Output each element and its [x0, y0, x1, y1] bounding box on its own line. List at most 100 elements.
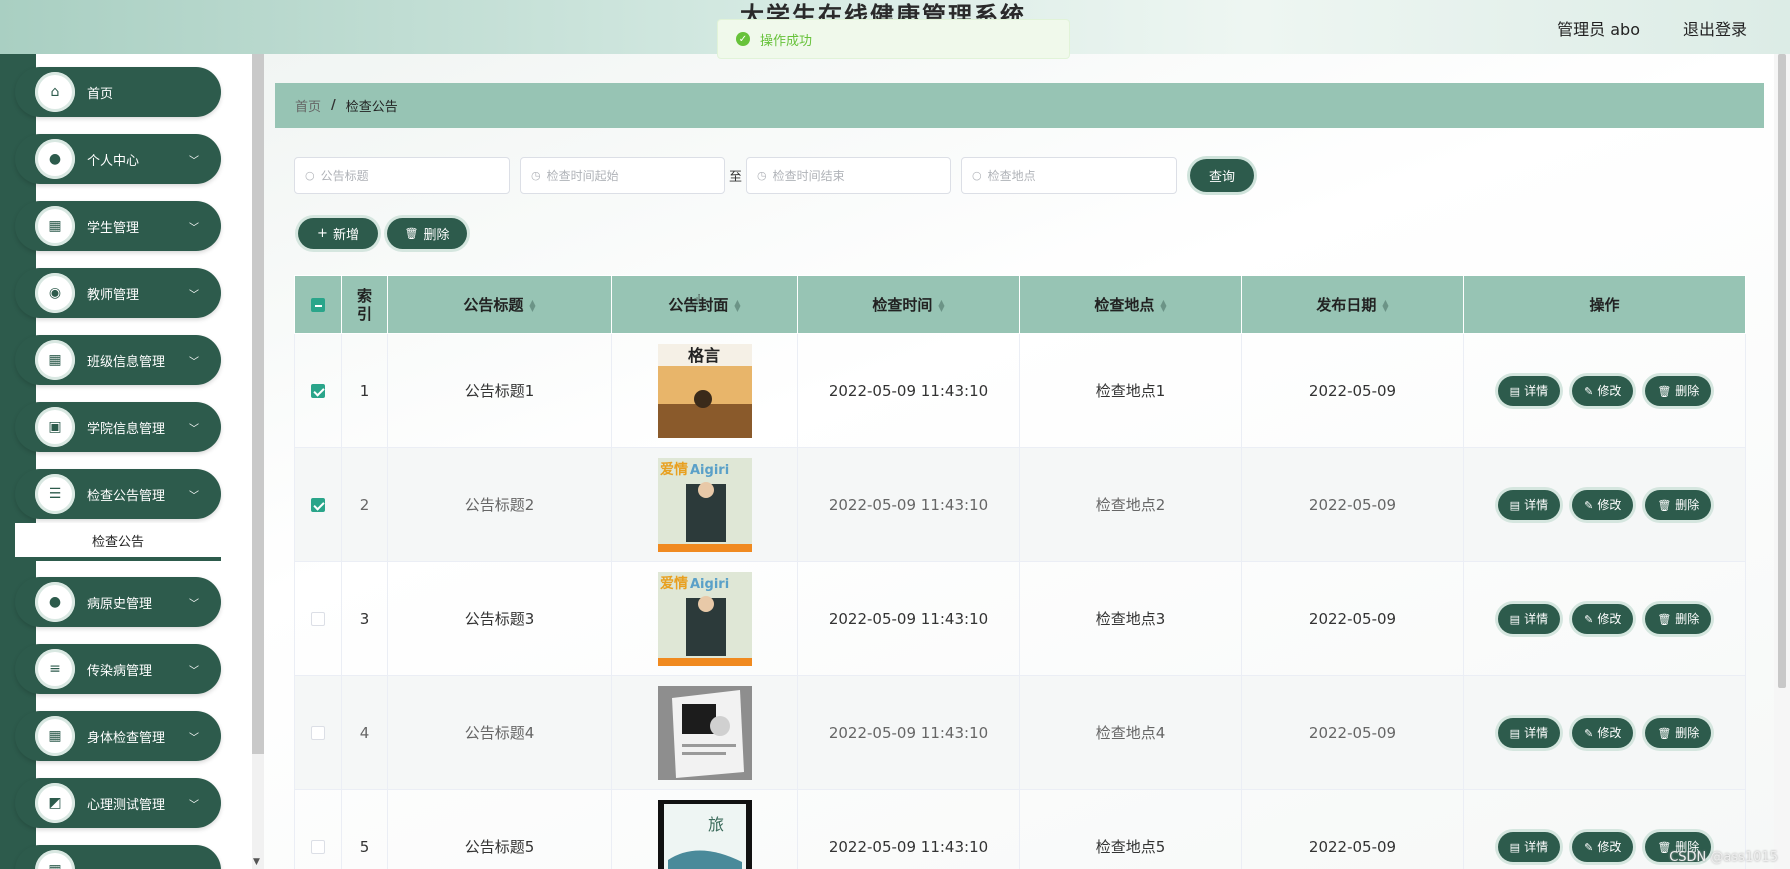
row-checkbox[interactable] [311, 612, 325, 626]
sidebar-item-personal[interactable]: ● 个人中心 ﹀ [15, 134, 221, 184]
edit-button[interactable]: ✎ 修改 [1572, 489, 1634, 520]
breadcrumb-home[interactable]: 首页 [295, 96, 321, 115]
scroll-down-arrow-icon[interactable]: ▼ [253, 857, 260, 867]
svg-text:格言: 格言 [688, 346, 720, 365]
sidebar-item-home[interactable]: ⌂ 首页 [15, 67, 221, 117]
cover-image[interactable] [657, 685, 752, 780]
chevron-down-icon: ﹀ [189, 799, 199, 811]
sidebar-item-psych-test[interactable]: ◩ 心理测试管理 ﹀ [15, 778, 221, 828]
sidebar-item-label: 学院信息管理 [87, 421, 166, 437]
cell-check-time: 2022-05-09 11:43:10 [797, 789, 1020, 869]
delete-button[interactable]: 🗑 删除 [1645, 489, 1712, 520]
cover-image[interactable]: 爱情 Aigiri [657, 457, 752, 552]
table-header-row: 索引 公告标题 ▲ ▼ 公告封面 ▲ ▼ 检查时间 ▲ ▼ 检查地点 ▲ ▼ 发布日期 ▲ ▼ 操作 [294, 275, 1746, 334]
table-row: 5 公告标题5 旅 2022-05-09 11:43:10 检查地点5 2022… [294, 789, 1746, 869]
logout-link[interactable]: 退出登录 [1683, 16, 1747, 40]
row-select-cell[interactable] [294, 333, 342, 448]
sort-icon[interactable]: ▲ ▼ [734, 298, 740, 312]
sidebar-item-students[interactable]: ▦ 学生管理 ﹀ [15, 201, 221, 251]
toast-message: 操作成功 [760, 33, 813, 49]
cell-publish-date: 2022-05-09 [1241, 675, 1464, 790]
grid-icon: ▦ [35, 850, 75, 869]
detail-button[interactable]: ▤ 详情 [1497, 603, 1561, 634]
announcement-table: 索引 公告标题 ▲ ▼ 公告封面 ▲ ▼ 检查时间 ▲ ▼ 检查地点 ▲ ▼ 发布日期 ▲ ▼ 操作… [294, 275, 1746, 869]
header-location[interactable]: 检查地点 ▲ ▼ [1019, 275, 1242, 334]
cover-image[interactable]: 旅 [657, 799, 752, 869]
sort-icon[interactable]: ▲ ▼ [1382, 298, 1388, 312]
sidebar-item-teachers[interactable]: ◉ 教师管理 ﹀ [15, 268, 221, 318]
row-select-cell[interactable] [294, 561, 342, 676]
page-scrollbar-thumb[interactable] [1778, 54, 1786, 688]
pencil-icon: ✎ [1584, 840, 1594, 854]
trash-icon: 🗑 [1657, 612, 1672, 626]
end-time-input[interactable]: ◷ 检查时间结束 [746, 157, 951, 194]
sidebar-item-physical-exam[interactable]: ▦ 身体检查管理 ﹀ [15, 711, 221, 761]
location-search-input[interactable]: ○ 检查地点 [961, 157, 1177, 194]
sidebar-scrollbar-thumb[interactable] [252, 54, 264, 754]
detail-label: 详情 [1524, 497, 1549, 512]
bulk-delete-button[interactable]: 🗑 删除 [387, 218, 467, 249]
delete-button[interactable]: 🗑 删除 [1645, 375, 1712, 406]
sidebar-item-infectious[interactable]: ≡ 传染病管理 ﹀ [15, 644, 221, 694]
sidebar-item-announcements[interactable]: ☰ 检查公告管理 ﹀ [15, 469, 221, 519]
detail-label: 详情 [1524, 725, 1549, 740]
header-index: 索引 [341, 275, 388, 334]
row-select-cell[interactable] [294, 447, 342, 562]
start-time-input[interactable]: ◷ 检查时间起始 [520, 157, 725, 194]
sidebar-item-colleges[interactable]: ▣ 学院信息管理 ﹀ [15, 402, 221, 452]
sidebar-item-classes[interactable]: ▦ 班级信息管理 ﹀ [15, 335, 221, 385]
user-label: 管理员 abo [1557, 20, 1640, 39]
delete-label: 删除 [1675, 725, 1700, 740]
page-scrollbar[interactable] [1774, 54, 1790, 869]
placeholder: 公告标题 [320, 169, 369, 183]
edit-label: 修改 [1597, 383, 1622, 398]
chevron-down-icon: ﹀ [189, 155, 199, 167]
select-all-cell[interactable] [294, 275, 342, 334]
watermark: CSDN @ass1015 [1669, 850, 1778, 865]
row-checkbox[interactable] [311, 498, 325, 512]
trash-icon: 🗑 [404, 227, 419, 240]
row-select-cell[interactable] [294, 789, 342, 869]
delete-button[interactable]: 🗑 删除 [1645, 717, 1712, 748]
bulb-icon: ◉ [35, 273, 75, 313]
sidebar-item-medical-history[interactable]: ● 病原史管理 ﹀ [15, 577, 221, 627]
edit-button[interactable]: ✎ 修改 [1572, 717, 1634, 748]
select-all-checkbox[interactable] [311, 298, 325, 312]
header-check-time[interactable]: 检查时间 ▲ ▼ [797, 275, 1020, 334]
query-button[interactable]: 查询 [1190, 159, 1254, 192]
chevron-down-icon: ﹀ [189, 289, 199, 301]
row-checkbox[interactable] [311, 726, 325, 740]
sidebar-item-label: 病原史管理 [87, 596, 153, 612]
row-checkbox[interactable] [311, 840, 325, 854]
chart-icon: ◩ [35, 783, 75, 823]
edit-button[interactable]: ✎ 修改 [1572, 603, 1634, 634]
cell-location: 检查地点3 [1019, 561, 1242, 676]
sort-icon[interactable]: ▲ ▼ [938, 298, 944, 312]
edit-button[interactable]: ✎ 修改 [1572, 831, 1634, 862]
document-icon: ▤ [1509, 498, 1521, 512]
header-title[interactable]: 公告标题 ▲ ▼ [387, 275, 612, 334]
cell-check-time: 2022-05-09 11:43:10 [797, 333, 1020, 448]
detail-button[interactable]: ▤ 详情 [1497, 375, 1561, 406]
submenu-check-announcement[interactable]: 检查公告 [15, 523, 221, 561]
edit-button[interactable]: ✎ 修改 [1572, 375, 1634, 406]
row-checkbox[interactable] [311, 384, 325, 398]
cell-title: 公告标题5 [387, 789, 612, 869]
title-search-input[interactable]: ○ 公告标题 [294, 157, 510, 194]
delete-button[interactable]: 🗑 删除 [1645, 603, 1712, 634]
detail-button[interactable]: ▤ 详情 [1497, 831, 1561, 862]
row-select-cell[interactable] [294, 675, 342, 790]
sort-icon[interactable]: ▲ ▼ [1160, 298, 1166, 312]
cell-check-time: 2022-05-09 11:43:10 [797, 447, 1020, 562]
header-cover[interactable]: 公告封面 ▲ ▼ [611, 275, 798, 334]
cell-index: 4 [341, 675, 388, 790]
add-button[interactable]: + 新增 [298, 218, 378, 249]
cover-image[interactable]: 格言 [657, 343, 752, 438]
cover-image[interactable]: 爱情 Aigiri [657, 571, 752, 666]
svg-text:旅: 旅 [708, 815, 724, 834]
sidebar-item-more[interactable]: ▦ [15, 845, 221, 869]
detail-button[interactable]: ▤ 详情 [1497, 717, 1561, 748]
header-publish-date[interactable]: 发布日期 ▲ ▼ [1241, 275, 1464, 334]
detail-button[interactable]: ▤ 详情 [1497, 489, 1561, 520]
sort-icon[interactable]: ▲ ▼ [529, 298, 535, 312]
